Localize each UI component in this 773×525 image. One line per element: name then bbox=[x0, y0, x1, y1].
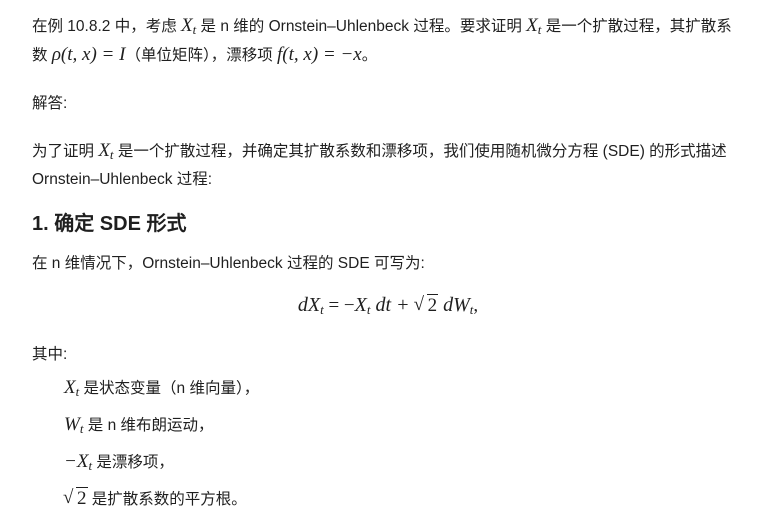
list-item-text: 是状态变量（n 维向量）， bbox=[79, 380, 260, 397]
equation-equals: = − bbox=[323, 295, 355, 316]
math-symbol: X bbox=[98, 140, 110, 161]
math-symbol: X bbox=[181, 15, 193, 36]
list-item: 2 是扩散系数的平方根。 bbox=[63, 483, 259, 521]
list-math: Xt bbox=[64, 377, 79, 398]
math-diffusion-coefficient: ρ(t, x) = I bbox=[51, 44, 126, 65]
math-x: Xt bbox=[526, 15, 541, 36]
list-math: Wt bbox=[64, 414, 83, 435]
sqrt-symbol: 2 bbox=[414, 290, 439, 321]
sde-equation: dXt = −Xt dt + 2 dWt, bbox=[32, 290, 744, 321]
math-drift-term: f(t, x) = −x bbox=[277, 44, 362, 65]
math-symbol: X bbox=[76, 451, 89, 472]
math-symbol: X bbox=[526, 15, 538, 36]
sqrt-radicand: 2 bbox=[426, 294, 439, 316]
math-symbol: X bbox=[64, 377, 76, 398]
problem-text: 。 bbox=[361, 47, 378, 64]
sqrt-radicand: 2 bbox=[76, 487, 88, 509]
list-math: −Xt bbox=[64, 451, 92, 472]
equation-dt: dt + bbox=[370, 294, 415, 316]
math-symbol: X bbox=[354, 294, 367, 316]
problem-text: （单位矩阵），漂移项 bbox=[125, 47, 278, 64]
equation-comma: , bbox=[473, 295, 479, 316]
list-item-text: 是漂移项， bbox=[92, 454, 174, 471]
math-symbol: dW bbox=[438, 294, 470, 316]
sqrt-symbol: 2 bbox=[63, 483, 88, 514]
where-label: 其中: bbox=[32, 346, 68, 363]
list-item-text: 是 n 维布朗运动， bbox=[83, 417, 214, 434]
list-item: Xt 是状态变量（n 维向量）， bbox=[64, 373, 259, 410]
answer-text: 是一个扩散过程，并确定其扩散系数和漂移项，我们使用随机微分方程 (SDE) 的形… bbox=[32, 143, 727, 188]
list-item-text: 是扩散系数的平方根。 bbox=[87, 491, 247, 508]
answer-text: 为了证明 bbox=[32, 143, 99, 160]
math-prefix: − bbox=[64, 451, 77, 472]
math-symbol: W bbox=[64, 414, 80, 435]
equation-dw: dWt bbox=[438, 294, 473, 316]
answer-label: 解答: bbox=[32, 95, 68, 112]
list-item: −Xt 是漂移项， bbox=[64, 447, 259, 484]
problem-text: 在例 10.8.2 中，考虑 bbox=[32, 18, 182, 35]
definition-list: Xt 是状态变量（n 维向量）， Wt 是 n 维布朗运动， −Xt 是漂移项，… bbox=[63, 373, 259, 521]
answer-intro: 为了证明 Xt 是一个扩散过程，并确定其扩散系数和漂移项，我们使用随机微分方程 … bbox=[32, 137, 744, 194]
math-x: Xt bbox=[181, 15, 196, 36]
problem-statement: 在例 10.8.2 中，考虑 Xt 是 n 维的 Ornstein–Uhlenb… bbox=[32, 12, 744, 70]
problem-text: 是 n 维的 Ornstein–Uhlenbeck 过程。要求证明 bbox=[196, 18, 527, 35]
section-heading: 1. 确定 SDE 形式 bbox=[32, 213, 187, 235]
equation-x: Xt bbox=[355, 294, 371, 316]
list-item: Wt 是 n 维布朗运动， bbox=[64, 410, 259, 447]
math-x: Xt bbox=[98, 140, 113, 161]
equation-lhs: dXt bbox=[298, 294, 324, 316]
sde-description: 在 n 维情况下，Ornstein–Uhlenbeck 过程的 SDE 可写为: bbox=[32, 255, 425, 272]
math-symbol: dX bbox=[297, 294, 321, 316]
